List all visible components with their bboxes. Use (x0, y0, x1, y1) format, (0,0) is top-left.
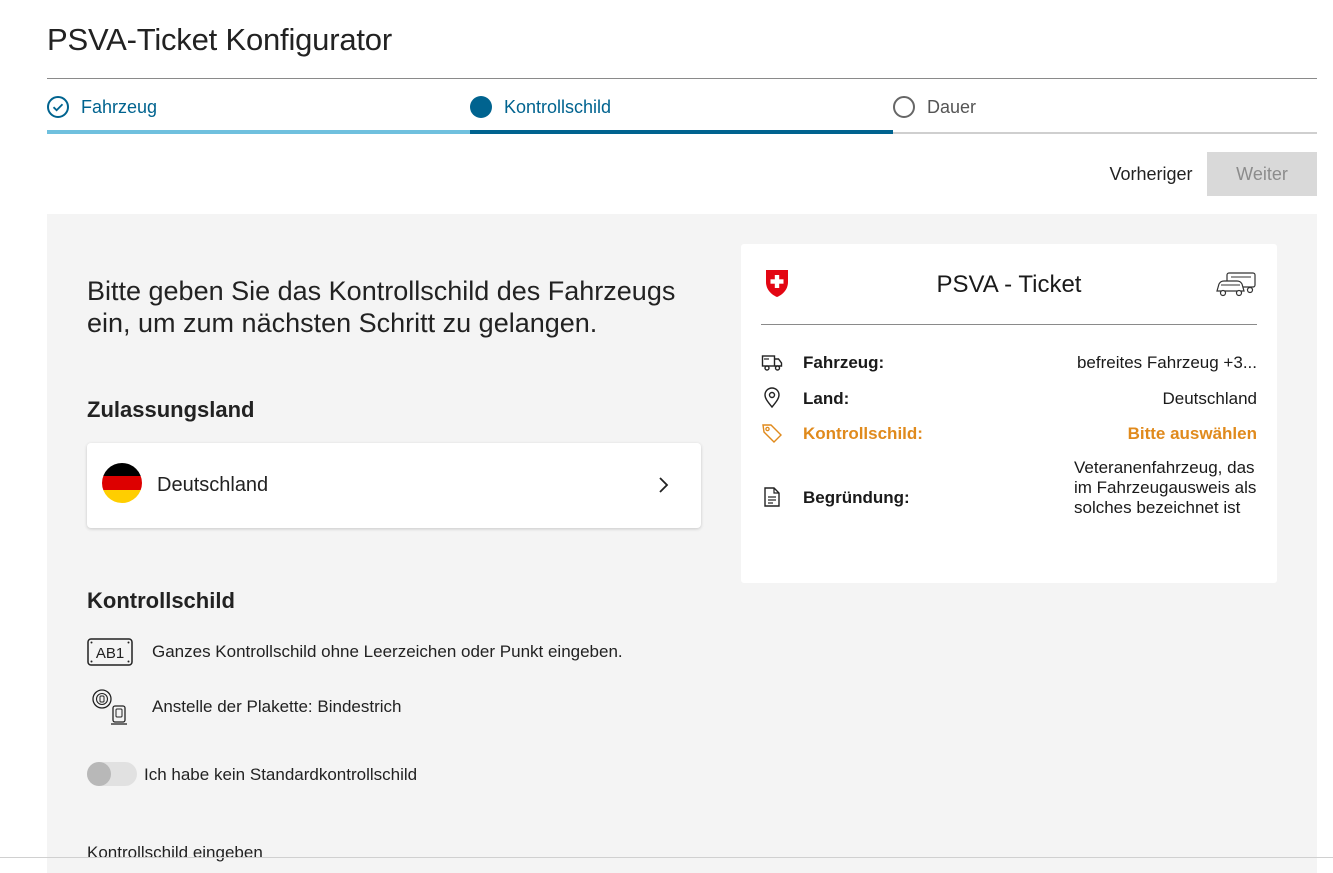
country-name: Deutschland (157, 474, 269, 496)
country-section-title: Zulassungsland (87, 397, 255, 422)
tag-icon (762, 424, 782, 443)
intro-text: Bitte geben Sie das Kontrollschild des F… (87, 276, 676, 338)
truck-icon (761, 355, 783, 371)
vehicle-label: Fahrzeug: (803, 353, 885, 372)
step-label: Kontrollschild (504, 97, 612, 117)
bottom-divider (0, 857, 1333, 858)
stepper: Fahrzeug Kontrollschild Dauer (47, 92, 1317, 134)
toggle-knob (87, 762, 111, 786)
summary-card: PSVA - Ticket Fahrzeug: befreites Fahrze… (741, 244, 1277, 583)
next-button[interactable]: Weiter (1207, 152, 1317, 196)
vehicles-icon (1216, 272, 1256, 297)
country-value: Deutschland (1162, 389, 1257, 408)
title-divider (47, 78, 1317, 79)
non-standard-plate-label: Ich habe kein Standardkontrollschild (144, 765, 418, 784)
step-label: Dauer (927, 97, 977, 117)
plate-value: Bitte auswählen (1127, 424, 1257, 443)
document-icon (764, 487, 780, 507)
vignette-hint-text: Anstelle der Plakette: Bindestrich (152, 697, 402, 716)
vignette-icon (92, 689, 127, 725)
location-pin-icon (764, 387, 780, 409)
plate-hint-text: Ganzes Kontrollschild ohne Leerzeichen o… (152, 642, 623, 661)
country-select[interactable]: Deutschland (87, 443, 701, 528)
step-kontrollschild[interactable]: Kontrollschild (470, 92, 893, 134)
vehicle-value: befreites Fahrzeug +3... (1076, 353, 1257, 372)
summary-title: PSVA - Ticket (936, 271, 1082, 298)
plate-section-title: Kontrollschild (87, 588, 235, 613)
check-circle-icon (47, 96, 69, 118)
step-fahrzeug[interactable]: Fahrzeug (47, 92, 470, 134)
germany-flag-icon (102, 463, 142, 503)
chevron-right-icon (659, 477, 669, 493)
non-standard-plate-toggle[interactable] (87, 762, 137, 786)
step-progress-bar (893, 132, 1317, 134)
step-dauer[interactable]: Dauer (893, 92, 1317, 134)
step-label: Fahrzeug (81, 97, 158, 117)
empty-circle-icon (893, 96, 915, 118)
plate-icon-text: AB1 (96, 645, 124, 662)
country-label: Land: (803, 389, 850, 408)
summary-divider (761, 324, 1257, 325)
page-title: PSVA-Ticket Konfigurator (47, 22, 392, 57)
step-progress-bar (47, 130, 470, 134)
plate-input-label: Kontrollschild eingeben (87, 843, 263, 862)
reason-value: Veteranenfahrzeug, das im Fahrzeugauswei… (1074, 458, 1257, 517)
reason-label: Begründung: (803, 488, 910, 507)
license-plate-icon: AB1 (87, 638, 133, 666)
filled-circle-icon (470, 96, 492, 118)
previous-button[interactable]: Vorheriger (1098, 152, 1204, 196)
plate-label: Kontrollschild: (803, 424, 923, 443)
step-progress-bar (470, 130, 893, 134)
